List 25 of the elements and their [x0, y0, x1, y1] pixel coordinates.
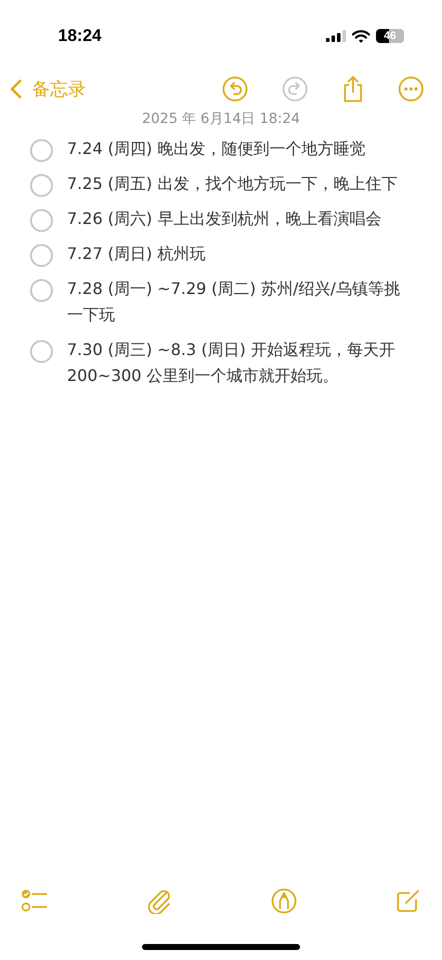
checklist-item-text: 7.27 (周日) 杭州玩 — [67, 243, 206, 265]
checkbox[interactable] — [30, 279, 53, 302]
checkbox[interactable] — [30, 340, 53, 363]
compose-icon[interactable] — [396, 889, 420, 913]
more-icon[interactable] — [398, 76, 424, 102]
paperclip-icon[interactable] — [148, 888, 172, 914]
wifi-icon — [352, 30, 370, 42]
chevron-left-icon — [10, 79, 22, 99]
signal-icon — [326, 30, 346, 42]
back-button[interactable]: 备忘录 — [10, 77, 86, 101]
note-date: 2025 年 6月14日 18:24 — [140, 110, 302, 128]
checklist-icon[interactable] — [21, 889, 49, 913]
checkbox[interactable] — [30, 139, 53, 162]
undo-icon[interactable] — [222, 76, 248, 102]
share-icon[interactable] — [342, 75, 364, 103]
checklist-item-text: 7.28 (周一) ~7.29 (周二) 苏州/绍兴/乌镇等挑一下玩 — [67, 278, 401, 326]
pen-icon[interactable] — [271, 888, 297, 914]
status-time: 18:24 — [58, 26, 102, 46]
checklist-item-text: 7.24 (周四) 晚出发，随便到一个地方睡觉 — [67, 138, 366, 160]
checklist-item-text: 7.25 (周五) 出发，找个地方玩一下，晚上住下 — [67, 173, 398, 195]
checklist-item-text: 7.30 (周三) ~8.3 (周日) 开始返程玩，每天开 200~300 公里到一个城市就开始玩。 — [67, 339, 396, 387]
checkbox[interactable] — [30, 174, 53, 197]
checklist-item-text: 7.26 (周六) 早上出发到杭州，晚上看演唱会 — [67, 208, 382, 230]
checkbox[interactable] — [30, 209, 53, 232]
checkbox[interactable] — [30, 244, 53, 267]
